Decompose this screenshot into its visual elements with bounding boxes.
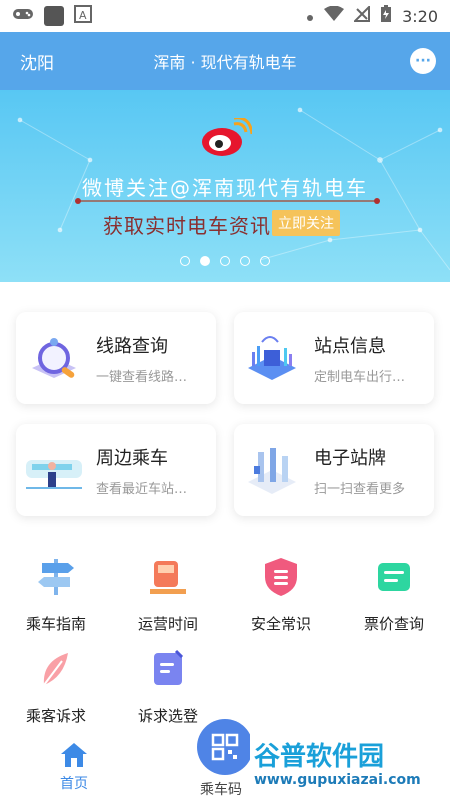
grid-item-ride-guide[interactable]: 乘车指南 (0, 555, 112, 634)
card-subtitle: 定制电车出行… (314, 369, 406, 385)
card-subtitle: 一键查看线路… (96, 369, 188, 385)
home-icon (61, 743, 87, 767)
carousel-indicator (180, 256, 270, 266)
city-selector[interactable]: 沈阳 (20, 49, 54, 74)
watermark-text: 谷普软件园 (254, 742, 385, 772)
grid-item-operating-hours[interactable]: 运营时间 (112, 555, 224, 634)
follow-button[interactable]: 立即关注 (272, 210, 340, 236)
shield-icon (265, 558, 297, 596)
tram-icon (150, 561, 186, 594)
grid-item-label: 安全常识 (250, 615, 311, 633)
card-title: 周边乘车 (96, 447, 168, 469)
tab-qr-button[interactable] (197, 719, 253, 775)
promo-banner[interactable]: 微博关注@浑南现代有轨电车 获取实时电车资讯 立即关注 (0, 90, 450, 282)
svg-text:A: A (79, 9, 87, 22)
weibo-logo-icon (202, 118, 252, 156)
card-title: 站点信息 (314, 335, 386, 357)
page-title: 浑南 · 现代有轨电车 (153, 53, 297, 72)
banner-subline: 获取实时电车资讯 (103, 214, 271, 238)
station-stats-icon (248, 336, 296, 380)
tab-qr-label: 乘车码 (200, 782, 242, 798)
grid-item-appeal-selected[interactable]: 诉求选登 (112, 647, 224, 726)
grid-item-label: 乘车指南 (25, 615, 86, 633)
message-icon[interactable]: ··· (410, 48, 436, 74)
station-info-card[interactable]: 站点信息 定制电车出行… (234, 312, 434, 404)
feather-pen-icon (43, 653, 68, 686)
no-signal-icon (352, 4, 371, 26)
text-a-icon: A (74, 5, 92, 27)
grid-item-label: 乘客诉求 (25, 707, 86, 725)
carousel-dot[interactable] (240, 256, 250, 266)
ticket-icon (378, 563, 410, 591)
signpost-icon (38, 559, 74, 595)
battery-icon (380, 5, 392, 27)
card-title: 电子站牌 (314, 447, 386, 469)
card-subtitle: 扫一扫查看更多 (314, 481, 406, 497)
carousel-dot-active[interactable] (200, 256, 210, 266)
document-edit-icon (154, 649, 184, 685)
grid-item-fare-query[interactable]: 票价查询 (338, 555, 450, 634)
card-subtitle: 查看最近车站… (96, 481, 188, 497)
tab-home-label: 首页 (60, 776, 88, 792)
carousel-dot[interactable] (260, 256, 270, 266)
route-search-icon (32, 338, 76, 378)
watermark-url: www.gupuxiazai.com (254, 772, 421, 788)
card-title: 线路查询 (96, 335, 168, 357)
watermark: 谷普软件园 www.gupuxiazai.com (250, 730, 450, 800)
tram-passenger-icon (26, 460, 82, 489)
wifi-icon (324, 5, 345, 26)
status-time: 3:20 (402, 6, 438, 26)
status-bar: A 3:20 (0, 0, 450, 32)
qr-code-icon (211, 733, 239, 761)
nearby-ride-card[interactable]: 周边乘车 查看最近车站… (16, 424, 216, 516)
e-station-sign-card[interactable]: 电子站牌 扫一扫查看更多 (234, 424, 434, 516)
signal-dot-icon (306, 7, 314, 26)
app-header: 沈阳 浑南 · 现代有轨电车 ··· (0, 32, 450, 90)
app-notification-icon (44, 6, 64, 26)
route-query-card[interactable]: 线路查询 一键查看线路… (16, 312, 216, 404)
station-sign-icon (248, 448, 296, 494)
banner-headline: 微博关注@浑南现代有轨电车 (82, 176, 368, 200)
grid-item-passenger-appeal[interactable]: 乘客诉求 (0, 647, 112, 726)
carousel-dot[interactable] (220, 256, 230, 266)
grid-item-label: 运营时间 (137, 615, 198, 633)
grid-item-safety-tips[interactable]: 安全常识 (225, 555, 337, 634)
carousel-dot[interactable] (180, 256, 190, 266)
game-controller-icon (12, 6, 34, 26)
grid-item-label: 票价查询 (363, 615, 424, 633)
tab-home[interactable]: 首页 (44, 741, 104, 793)
